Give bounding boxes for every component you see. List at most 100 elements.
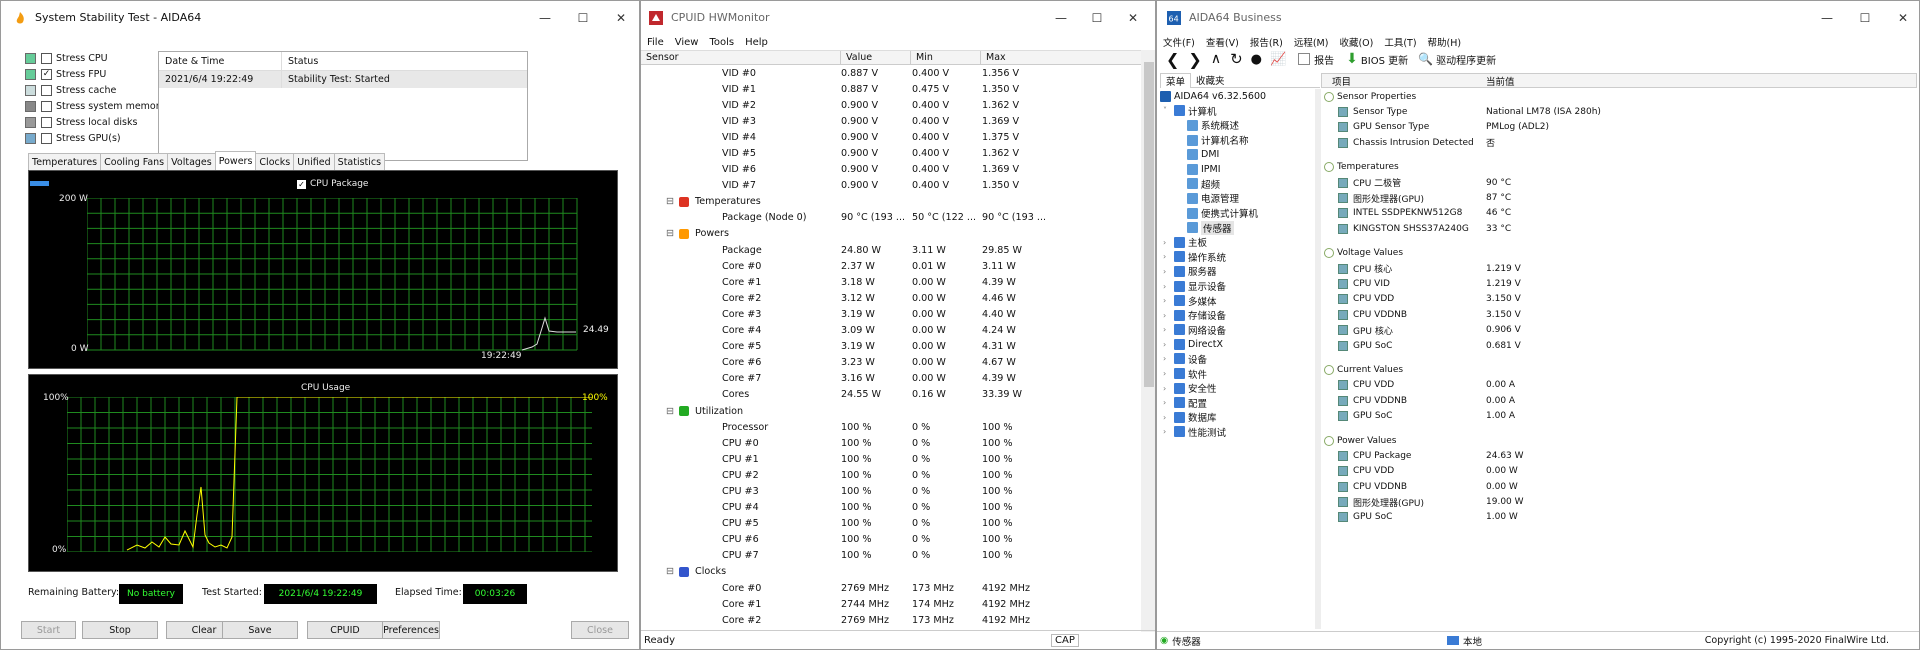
tree-expander-icon[interactable]: › [1163,325,1174,334]
maximize-button[interactable]: ☐ [567,1,599,34]
property-row[interactable]: CPU VDDNB 0.00 A [1321,393,1911,408]
tree-expander-icon[interactable]: › [1163,252,1174,261]
sensor-row[interactable]: Core #2 3.12 W 0.00 W 4.46 W [641,290,1141,306]
property-group[interactable]: Current Values [1321,362,1911,377]
biz-minimize-button[interactable]: — [1811,1,1843,34]
stress-checkbox[interactable]: ✓ [41,68,52,80]
tree-node[interactable]: › 设备 [1157,352,1315,367]
scroll-thumb[interactable] [1144,62,1154,387]
report-button[interactable]: 报告 [1314,52,1334,67]
sensor-row[interactable]: CPU #1 100 % 0 % 100 % [641,451,1141,467]
tree-node[interactable]: › 数据库 [1157,410,1315,425]
chart-icon[interactable]: 📈 [1270,52,1286,67]
sensor-row[interactable]: CPU #4 100 % 0 % 100 % [641,500,1141,516]
property-group[interactable]: Temperatures [1321,160,1911,175]
sensor-row[interactable]: CPU #3 100 % 0 % 100 % [641,483,1141,499]
sensor-row[interactable]: Cores 24.55 W 0.16 W 33.39 W [641,387,1141,403]
minimize-button[interactable]: — [529,1,561,34]
tree-expander-icon[interactable]: › [1163,296,1174,305]
col-item[interactable]: 项目 [1322,74,1484,88]
sensor-group[interactable]: ⊟ Powers [641,226,1141,242]
stress-checkbox[interactable] [41,116,52,128]
sensor-row[interactable]: VID #6 0.900 V 0.400 V 1.369 V [641,162,1141,178]
tree-expander-icon[interactable]: › [1163,354,1174,363]
sensor-row[interactable]: VID #1 0.887 V 0.475 V 1.350 V [641,81,1141,97]
property-row[interactable]: GPU 核心 0.906 V [1321,322,1911,337]
tree-node[interactable]: 电源管理 [1157,191,1315,206]
close-button[interactable]: ✕ [605,1,637,34]
start-button[interactable]: Start [21,621,76,639]
user-icon[interactable]: ● [1251,52,1262,67]
legend-checkbox[interactable]: ✓ [297,179,306,189]
sensor-row[interactable]: VID #3 0.900 V 0.400 V 1.369 V [641,113,1141,129]
tree-expander-icon[interactable]: ˅ [1163,106,1174,115]
expand-toggle-icon[interactable]: ⊟ [666,406,674,417]
property-row[interactable]: INTEL SSDPEKNW512G8 46 °C [1321,206,1911,221]
property-row[interactable]: CPU VDDNB 3.150 V [1321,307,1911,322]
biz-menu-item[interactable]: 报告(R) [1250,35,1283,49]
tree-expander-icon[interactable]: › [1163,267,1174,276]
tree-node[interactable]: › 操作系统 [1157,250,1315,265]
expand-toggle-icon[interactable]: ⊟ [666,196,674,207]
property-row[interactable]: CPU 核心 1.219 V [1321,261,1911,276]
stress-checkbox[interactable] [41,132,52,144]
sensor-row[interactable]: VID #5 0.900 V 0.400 V 1.362 V [641,145,1141,161]
sensor-row[interactable]: CPU #5 100 % 0 % 100 % [641,516,1141,532]
tab-voltages[interactable]: Voltages [167,153,216,170]
tree-node[interactable]: › 服务器 [1157,264,1315,279]
tab-temperatures[interactable]: Temperatures [28,153,102,170]
tree-node[interactable]: › 存储设备 [1157,308,1315,323]
cpuid-button[interactable]: CPUID [307,621,383,639]
sensor-row[interactable]: CPU #2 100 % 0 % 100 % [641,467,1141,483]
menu-help[interactable]: Help [745,37,768,48]
biz-menu-item[interactable]: 工具(T) [1384,35,1416,49]
tab-cooling-fans[interactable]: Cooling Fans [100,153,169,170]
tab-powers[interactable]: Powers [214,151,257,170]
hwmonitor-scrollbar[interactable] [1141,50,1155,632]
biz-menu-item[interactable]: 帮助(H) [1428,35,1462,49]
stress-option[interactable]: ✓ Stress FPU [25,67,106,81]
menu-view[interactable]: View [675,37,699,48]
tree-expander-icon[interactable]: › [1163,340,1174,349]
sensor-row[interactable]: Processor 100 % 0 % 100 % [641,419,1141,435]
sensor-row[interactable]: CPU #6 100 % 0 % 100 % [641,532,1141,548]
col-min[interactable]: Min [911,51,981,64]
tree-node[interactable]: › DirectX [1157,337,1315,352]
tree-node[interactable]: 超频 [1157,177,1315,192]
tree-node[interactable]: 便携式计算机 [1157,206,1315,221]
sensor-row[interactable]: VID #7 0.900 V 0.400 V 1.350 V [641,178,1141,194]
col-max[interactable]: Max [981,51,1141,64]
property-group[interactable]: Power Values [1321,433,1911,448]
property-row[interactable]: KINGSTON SHSS37A240G 33 °C [1321,221,1911,236]
tab-favorites[interactable]: 收藏夹 [1191,73,1230,87]
tree-expander-icon[interactable]: › [1163,282,1174,291]
log-row[interactable]: 2021/6/4 19:22:49 Stability Test: Started [159,71,527,88]
tree-node[interactable]: 系统概述 [1157,118,1315,133]
tree-node[interactable]: › 主板 [1157,235,1315,250]
tree-node[interactable]: › 显示设备 [1157,279,1315,294]
close-test-button[interactable]: Close [571,621,629,639]
sensor-row[interactable]: Core #5 3.19 W 0.00 W 4.31 W [641,339,1141,355]
sensor-row[interactable]: Core #7 3.16 W 0.00 W 4.39 W [641,371,1141,387]
property-row[interactable]: 图形处理器(GPU) 19.00 W [1321,494,1911,509]
tree-node[interactable]: ˅ 计算机 [1157,104,1315,119]
sensor-row[interactable]: Package (Node 0) 90 °C (193 ... 50 °C (122… [641,210,1141,226]
tree-node[interactable]: DMI [1157,147,1315,162]
stress-option[interactable]: Stress cache [25,83,116,97]
expand-toggle-icon[interactable]: ⊟ [666,228,674,239]
sensor-group[interactable]: ⊟ Temperatures [641,194,1141,210]
forward-icon[interactable]: ❯ [1188,50,1201,69]
property-group[interactable]: Sensor Properties [1321,89,1911,104]
sensor-row[interactable]: Core #0 2769 MHz 173 MHz 4192 MHz [641,580,1141,596]
col-sensor[interactable]: Sensor [641,51,841,64]
tree-expander-icon[interactable]: › [1163,369,1174,378]
property-row[interactable]: GPU SoC 1.00 A [1321,408,1911,423]
tree-node[interactable]: › 多媒体 [1157,293,1315,308]
menu-tools[interactable]: Tools [709,37,734,48]
stress-checkbox[interactable] [41,84,52,96]
sensor-row[interactable]: Core #1 2744 MHz 174 MHz 4192 MHz [641,596,1141,612]
menu-file[interactable]: File [647,37,664,48]
tab-menu[interactable]: 菜单 [1160,72,1192,88]
preferences-button[interactable]: Preferences [382,621,440,639]
stress-option[interactable]: Stress GPU(s) [25,131,121,145]
